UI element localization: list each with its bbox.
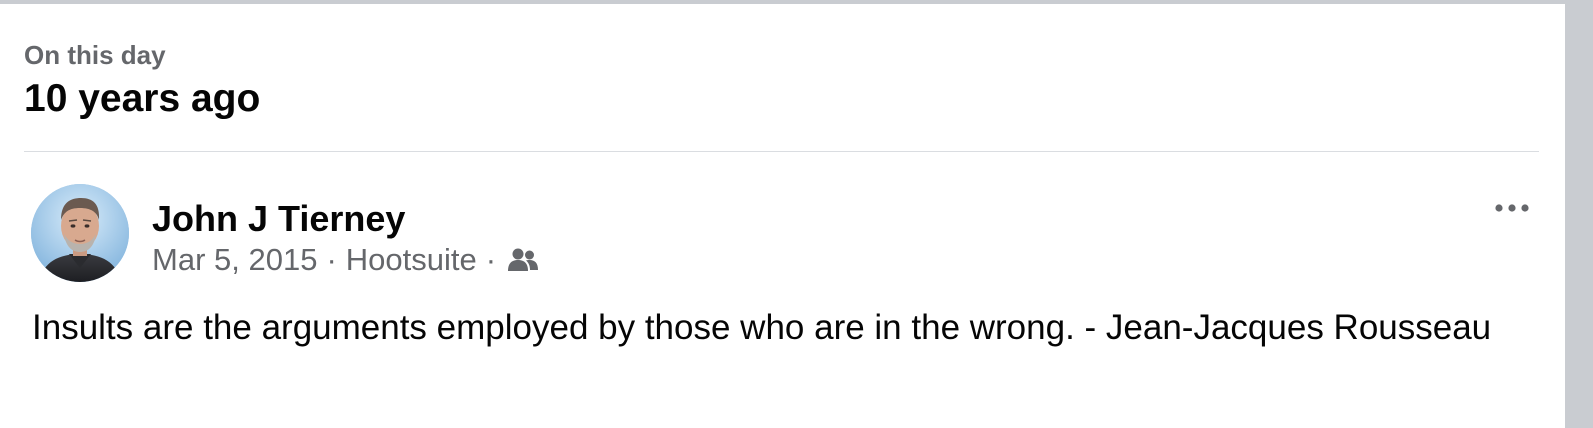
friends-icon[interactable]: [507, 246, 539, 274]
meta-separator: ·: [485, 242, 497, 277]
memory-section-label: On this day: [24, 40, 166, 70]
meta-separator: ·: [326, 242, 337, 277]
memory-years-ago-title: 10 years ago: [24, 77, 261, 120]
post-body-text: Insults are the arguments employed by th…: [32, 308, 1492, 347]
author-avatar[interactable]: [31, 184, 129, 282]
more-options-button[interactable]: [1486, 190, 1538, 226]
more-options-icon: [1495, 204, 1529, 212]
avatar-portrait-image: [31, 184, 129, 282]
post-author-name[interactable]: John J Tierney: [152, 198, 405, 240]
divider: [24, 151, 1539, 152]
memory-card: On this day 10 years ago John J Tierney …: [0, 4, 1565, 428]
post-meta: Mar 5, 2015 · Hootsuite ·: [152, 240, 539, 280]
post-source: Hootsuite: [345, 242, 477, 277]
post-date[interactable]: Mar 5, 2015: [152, 242, 317, 278]
